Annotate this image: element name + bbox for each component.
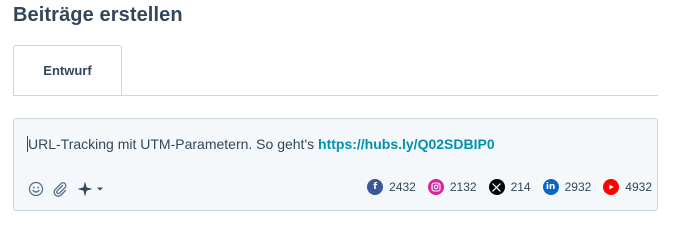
composer-toolbar	[26, 179, 105, 199]
instagram-count-value: 2132	[449, 180, 477, 194]
emoji-icon[interactable]	[26, 179, 46, 199]
composer-link[interactable]: https://hubs.ly/Q02SDBIP0	[318, 136, 495, 152]
attachment-icon[interactable]	[50, 179, 70, 199]
x-icon	[488, 179, 505, 195]
facebook-count-value: 2432	[389, 180, 416, 194]
ai-assistant-button[interactable]	[76, 180, 105, 198]
x-count: 214	[488, 179, 531, 195]
youtube-count: 4932	[603, 179, 652, 195]
post-composer[interactable]: URL-Tracking mit UTM-Parametern. So geht…	[13, 118, 658, 211]
facebook-count: f 2432	[367, 179, 416, 195]
x-count-value: 214	[510, 180, 531, 194]
page-title: Beiträge erstellen	[13, 4, 183, 26]
facebook-icon: f	[367, 179, 384, 195]
network-character-counts: f 2432 2132 214 in 2932 4932	[355, 179, 652, 195]
composer-text: URL-Tracking mit UTM-Parametern. So geht…	[28, 136, 319, 152]
linkedin-count-value: 2932	[564, 180, 592, 194]
ai-sparkle-icon	[77, 181, 93, 197]
chevron-down-icon	[97, 187, 103, 191]
composer-content[interactable]: URL-Tracking mit UTM-Parametern. So geht…	[27, 136, 495, 152]
instagram-icon	[427, 179, 444, 195]
tab-entwurf[interactable]: Entwurf	[13, 45, 122, 95]
linkedin-icon: in	[542, 179, 559, 195]
youtube-icon	[603, 179, 620, 195]
instagram-count: 2132	[427, 179, 477, 195]
linkedin-count: in 2932	[542, 179, 592, 195]
youtube-count-value: 4932	[625, 180, 652, 194]
tab-bar: Entwurf	[13, 45, 658, 96]
